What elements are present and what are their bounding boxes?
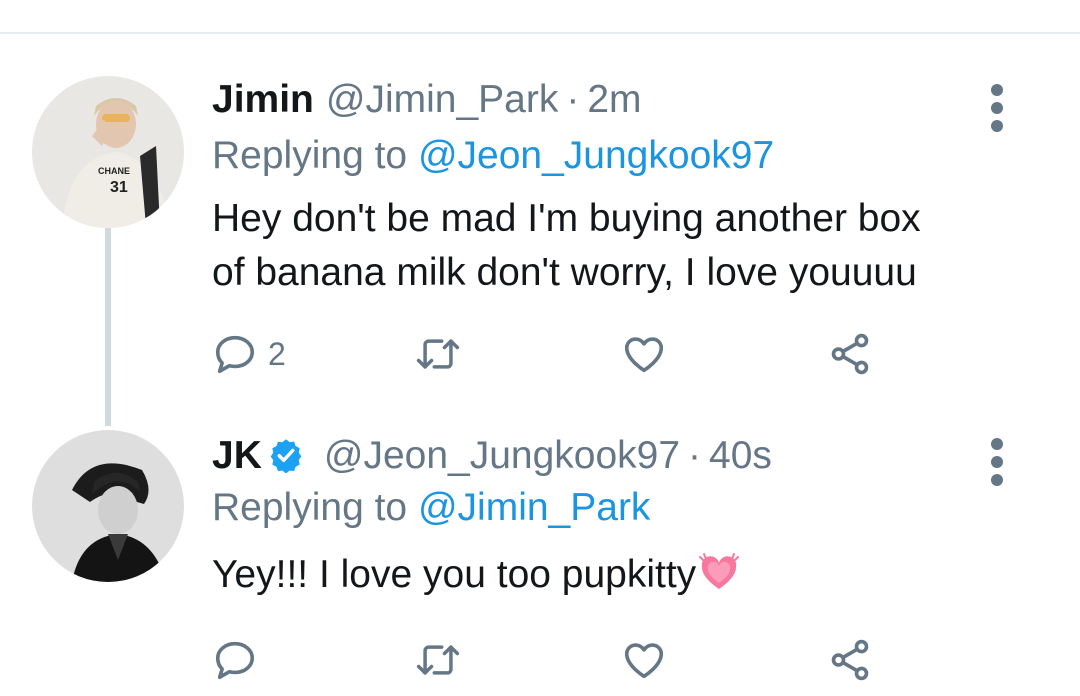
tweet-actions bbox=[212, 636, 892, 684]
retweet-button[interactable] bbox=[414, 636, 462, 684]
thread-connector-line bbox=[105, 228, 111, 426]
user-handle[interactable]: @Jeon_Jungkook97 bbox=[324, 434, 680, 478]
reply-count: 2 bbox=[268, 335, 286, 372]
separator: · bbox=[566, 78, 580, 121]
replying-to-mention[interactable]: @Jeon_Jungkook97 bbox=[418, 134, 774, 177]
svg-text:31: 31 bbox=[110, 179, 128, 196]
display-name[interactable]: Jimin bbox=[212, 78, 314, 122]
share-button[interactable] bbox=[826, 636, 874, 684]
timestamp[interactable]: 2m bbox=[587, 78, 641, 122]
user-handle[interactable]: @Jimin_Park bbox=[326, 78, 558, 122]
avatar[interactable] bbox=[32, 430, 184, 582]
replying-to-label: Replying to bbox=[212, 134, 418, 177]
like-icon bbox=[620, 637, 668, 683]
svg-text:CHANE: CHANE bbox=[98, 166, 130, 176]
like-button[interactable] bbox=[620, 330, 668, 378]
replying-to: Replying to @Jimin_Park bbox=[212, 486, 650, 530]
reply-icon bbox=[212, 331, 258, 377]
share-button[interactable] bbox=[826, 330, 874, 378]
tweet-text: Yey!!! I love you too pupkitty bbox=[212, 548, 1032, 602]
share-icon bbox=[826, 637, 874, 683]
replying-to-mention[interactable]: @Jimin_Park bbox=[418, 486, 650, 529]
share-icon bbox=[826, 331, 874, 377]
like-icon bbox=[620, 331, 668, 377]
display-name[interactable]: JK bbox=[212, 434, 262, 478]
tweet-text: Hey don't be mad I'm buying another box … bbox=[212, 192, 1032, 300]
verified-badge-icon bbox=[268, 437, 304, 474]
retweet-icon bbox=[414, 637, 462, 683]
tweet-header: JK @Jeon_Jungkook97 · 40s bbox=[212, 432, 772, 488]
separator: · bbox=[688, 434, 702, 477]
timestamp[interactable]: 40s bbox=[709, 434, 772, 478]
avatar[interactable]: CHANE 31 bbox=[32, 76, 184, 228]
reply-button[interactable]: 2 bbox=[212, 330, 286, 378]
like-button[interactable] bbox=[620, 636, 668, 684]
replying-to-label: Replying to bbox=[212, 486, 418, 529]
tweet-text-line: of banana milk don't worry, I love youuu… bbox=[212, 251, 917, 294]
replying-to: Replying to @Jeon_Jungkook97 bbox=[212, 134, 774, 178]
tweet-text-line: Hey don't be mad I'm buying another box bbox=[212, 197, 921, 240]
more-options-icon[interactable] bbox=[982, 438, 1012, 486]
more-options-icon[interactable] bbox=[982, 84, 1012, 132]
top-divider bbox=[0, 32, 1080, 34]
growing-heart-emoji bbox=[696, 549, 742, 595]
retweet-icon bbox=[414, 331, 462, 377]
tweet-header: Jimin @Jimin_Park · 2m bbox=[212, 78, 642, 134]
retweet-button[interactable] bbox=[414, 330, 462, 378]
reply-button[interactable] bbox=[212, 636, 268, 684]
tweet-text-line: Yey!!! I love you too pupkitty bbox=[212, 553, 697, 596]
tweet-actions: 2 bbox=[212, 330, 892, 378]
reply-icon bbox=[212, 637, 258, 683]
